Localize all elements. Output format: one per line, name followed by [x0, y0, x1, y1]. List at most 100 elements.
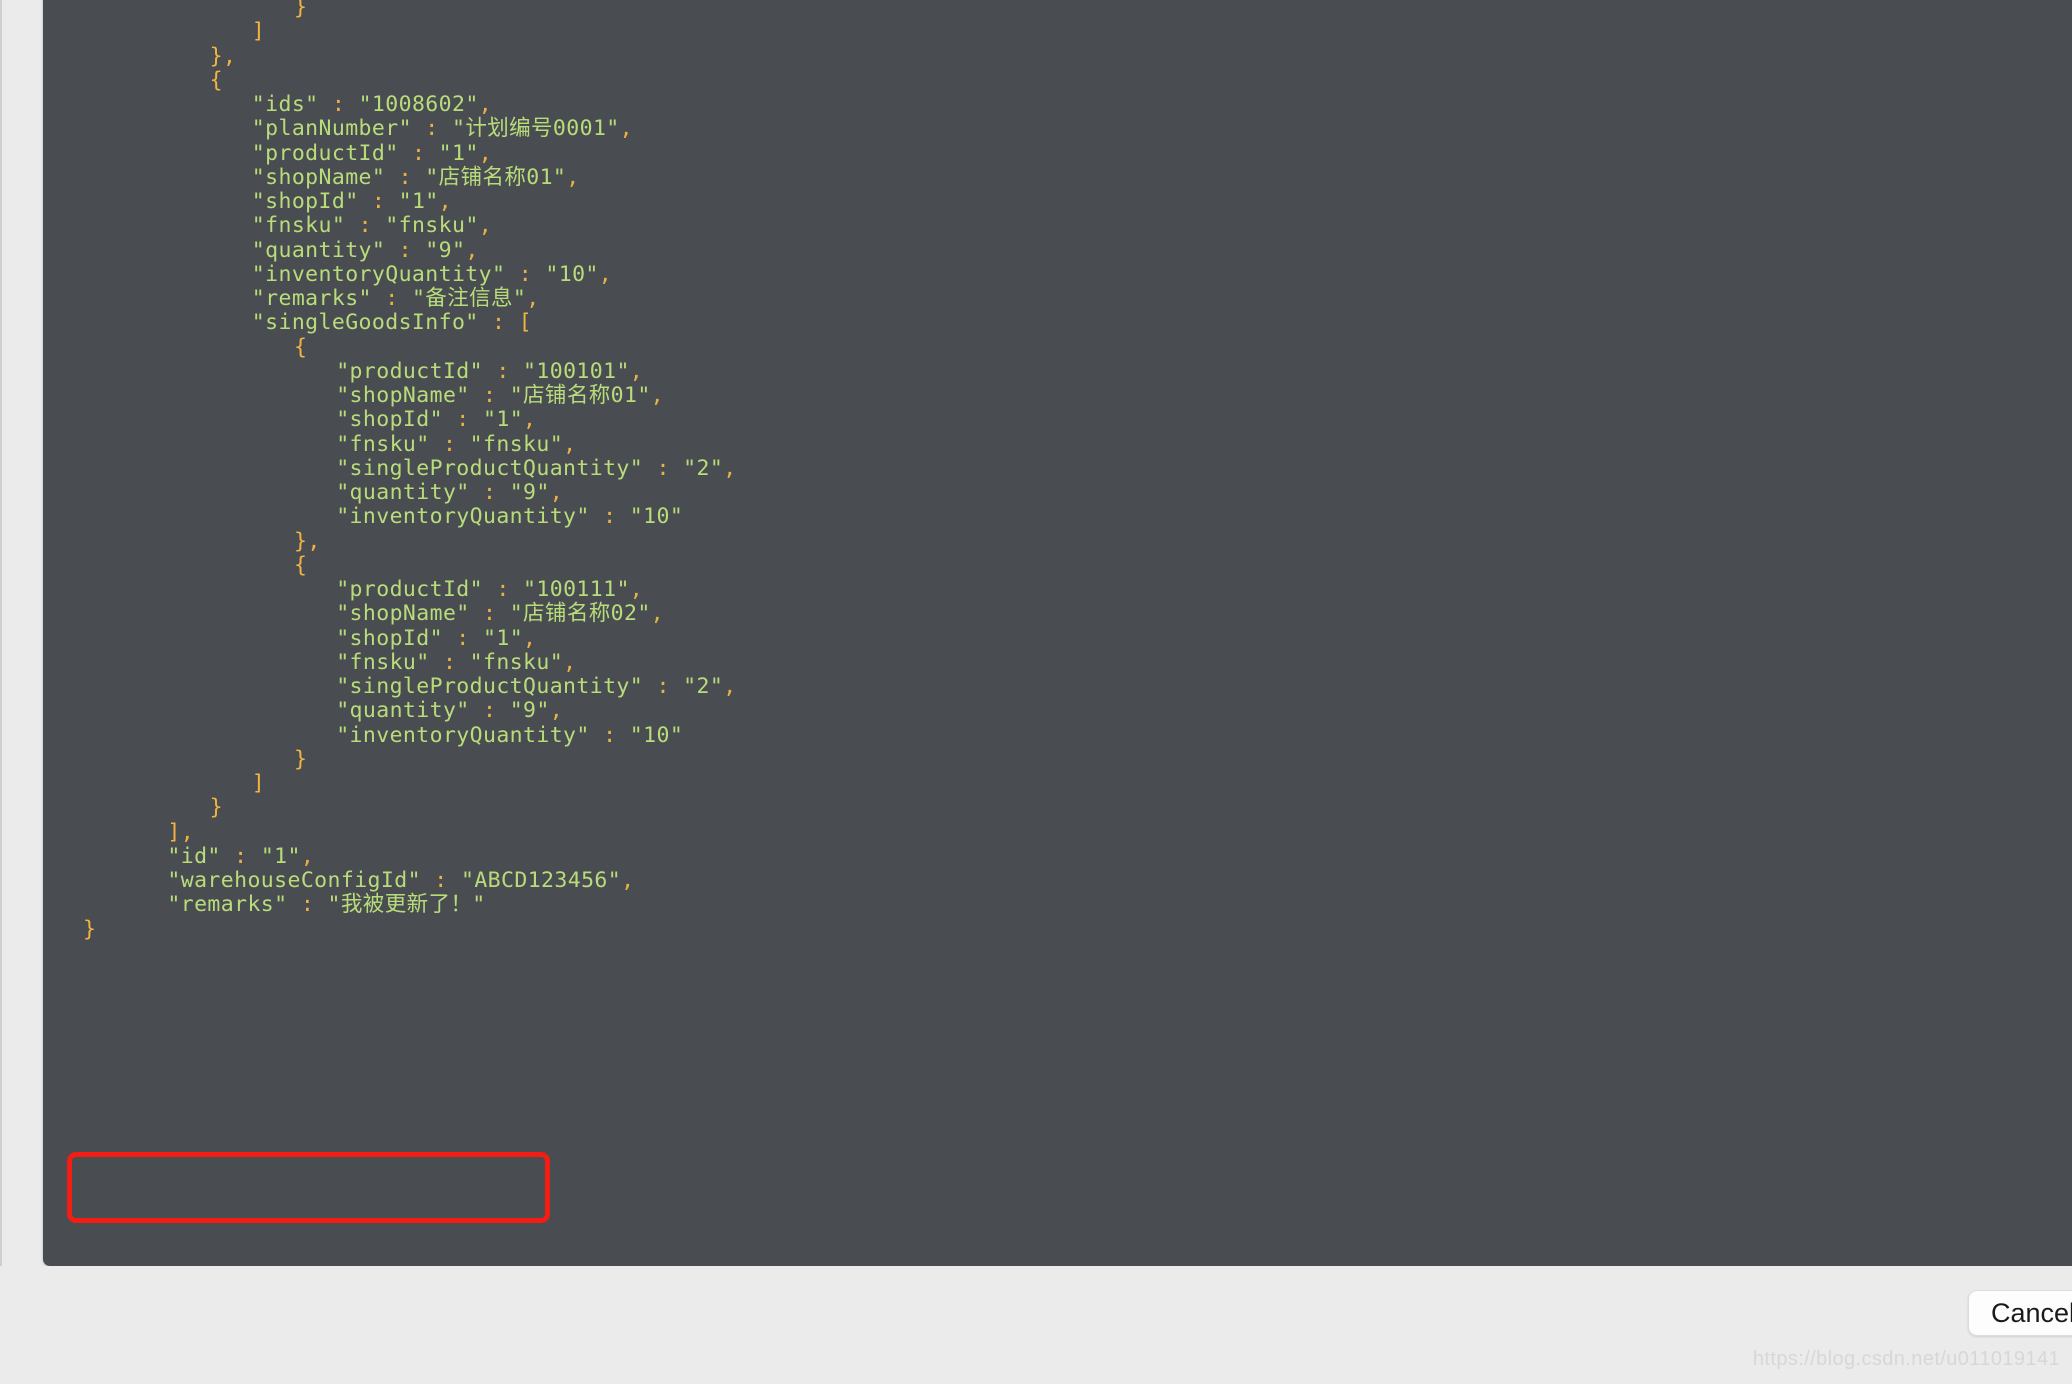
json-value: "1" [483, 625, 524, 651]
code-line: "singleProductQuantity" : "2", [43, 674, 737, 699]
json-comma: , [621, 868, 635, 893]
json-value: "我被更新了！" [327, 892, 486, 918]
json-comma: , [566, 164, 580, 190]
json-key: "shopId" [336, 625, 443, 651]
json-colon: : [385, 164, 426, 190]
json-value: "店铺名称01" [425, 164, 567, 190]
json-colon: : [287, 892, 328, 918]
json-colon: : [318, 92, 359, 117]
code-line: }, [43, 44, 737, 69]
code-line: "shopId" : "1", [43, 625, 737, 651]
code-line: "quantity" : "9", [43, 699, 737, 723]
json-value: "2" [683, 455, 724, 481]
json-code-block[interactable]: }]},{"ids" : "1008602", "planNumber" : "计… [43, 0, 737, 942]
json-value: "1008602" [358, 92, 479, 117]
json-comma: , [438, 189, 453, 214]
json-comma: , [465, 237, 479, 263]
json-response-panel[interactable]: }]},{"ids" : "1008602", "planNumber" : "计… [43, 0, 2072, 1266]
json-value: "2" [683, 674, 724, 699]
json-punctuation: }, [294, 528, 321, 554]
json-punctuation: { [294, 334, 308, 360]
json-value: "1" [438, 140, 479, 166]
json-value: "fnsku" [469, 649, 564, 675]
code-line: "shopId" : "1", [43, 408, 737, 432]
code-line: "shopName" : "店铺名称01", [43, 164, 737, 190]
json-colon: : [411, 116, 452, 142]
json-colon: : [398, 140, 439, 166]
json-comma: , [523, 625, 537, 651]
code-line: "fnsku" : "fnsku", [43, 649, 737, 675]
code-line: "fnsku" : "fnsku", [43, 214, 737, 238]
json-punctuation: } [209, 795, 223, 821]
json-colon: : [371, 286, 412, 311]
json-comma: , [619, 116, 634, 142]
code-line: } [43, 796, 737, 820]
json-colon: : [442, 407, 483, 433]
json-value: "1" [398, 189, 439, 214]
json-key: "singleProductQuantity" [336, 674, 644, 699]
json-colon: : [429, 649, 470, 675]
json-value: "fnsku" [469, 431, 564, 457]
json-comma: , [598, 261, 613, 287]
json-key: "remarks" [251, 286, 372, 311]
code-line: "remarks" : "备注信息", [43, 286, 737, 311]
json-comma: , [629, 577, 644, 602]
json-key: "ids" [251, 92, 319, 117]
json-punctuation: { [209, 67, 223, 93]
json-value: "ABCD123456" [460, 868, 622, 893]
json-key: "fnsku" [336, 649, 430, 675]
json-key: "productId" [251, 140, 399, 166]
json-key: "quantity" [251, 237, 386, 263]
json-value: "1" [260, 843, 301, 869]
csdn-watermark: https://blog.csdn.net/u011019141 [1752, 1348, 2060, 1370]
json-punctuation: } [294, 746, 308, 772]
code-line: "productId" : "1", [43, 140, 737, 166]
json-comma: , [478, 92, 493, 117]
json-punctuation: ] [251, 771, 266, 796]
json-colon: : [589, 722, 630, 748]
json-colon: : [505, 261, 546, 287]
json-colon: : [442, 625, 483, 651]
code-line: "warehouseConfigId" : "ABCD123456", [43, 868, 737, 893]
json-colon: : [589, 504, 630, 530]
json-key: "quantity" [336, 480, 470, 505]
json-value: "fnsku" [385, 213, 479, 239]
code-line: ] [43, 20, 737, 44]
code-line: "id" : "1", [43, 843, 737, 869]
cancel-button[interactable]: Cancel [1967, 1290, 2072, 1336]
json-value: "9" [509, 480, 550, 505]
json-key: "shopId" [251, 189, 359, 214]
json-colon: : [469, 480, 510, 505]
json-key: "shopId" [336, 407, 443, 433]
json-colon: : [482, 358, 524, 384]
code-line: "productId" : "100101", [43, 358, 737, 384]
json-colon: : [358, 189, 399, 214]
json-colon: : [220, 843, 261, 869]
json-comma: , [650, 383, 665, 408]
json-colon: : [469, 383, 510, 408]
json-key: "singleProductQuantity" [336, 455, 644, 481]
json-key: "warehouseConfigId" [167, 868, 421, 893]
json-comma: , [723, 674, 737, 699]
json-key: "shopName" [251, 164, 386, 190]
code-line: "planNumber" : "计划编号0001", [43, 117, 737, 141]
json-key: "fnsku" [336, 431, 430, 457]
code-line: { [43, 553, 737, 578]
json-value: "100101" [523, 358, 630, 384]
json-comma: , [549, 480, 564, 505]
json-punctuation: } [294, 0, 308, 20]
json-key: "inventoryQuantity" [251, 261, 506, 287]
json-colon: : [429, 431, 470, 457]
json-value: [ [518, 310, 533, 336]
json-colon: : [420, 868, 461, 893]
code-line: "inventoryQuantity" : "10" [43, 722, 737, 748]
code-line: "fnsku" : "fnsku", [43, 431, 737, 457]
json-colon: : [385, 237, 426, 263]
json-key: "inventoryQuantity" [336, 504, 590, 530]
code-line: } [43, 0, 737, 20]
json-key: "inventoryQuantity" [336, 722, 590, 748]
json-key: "shopName" [336, 601, 470, 627]
json-value: "备注信息" [411, 286, 527, 311]
code-line: "shopName" : "店铺名称02", [43, 602, 737, 626]
code-line: "shopId" : "1", [43, 189, 737, 214]
